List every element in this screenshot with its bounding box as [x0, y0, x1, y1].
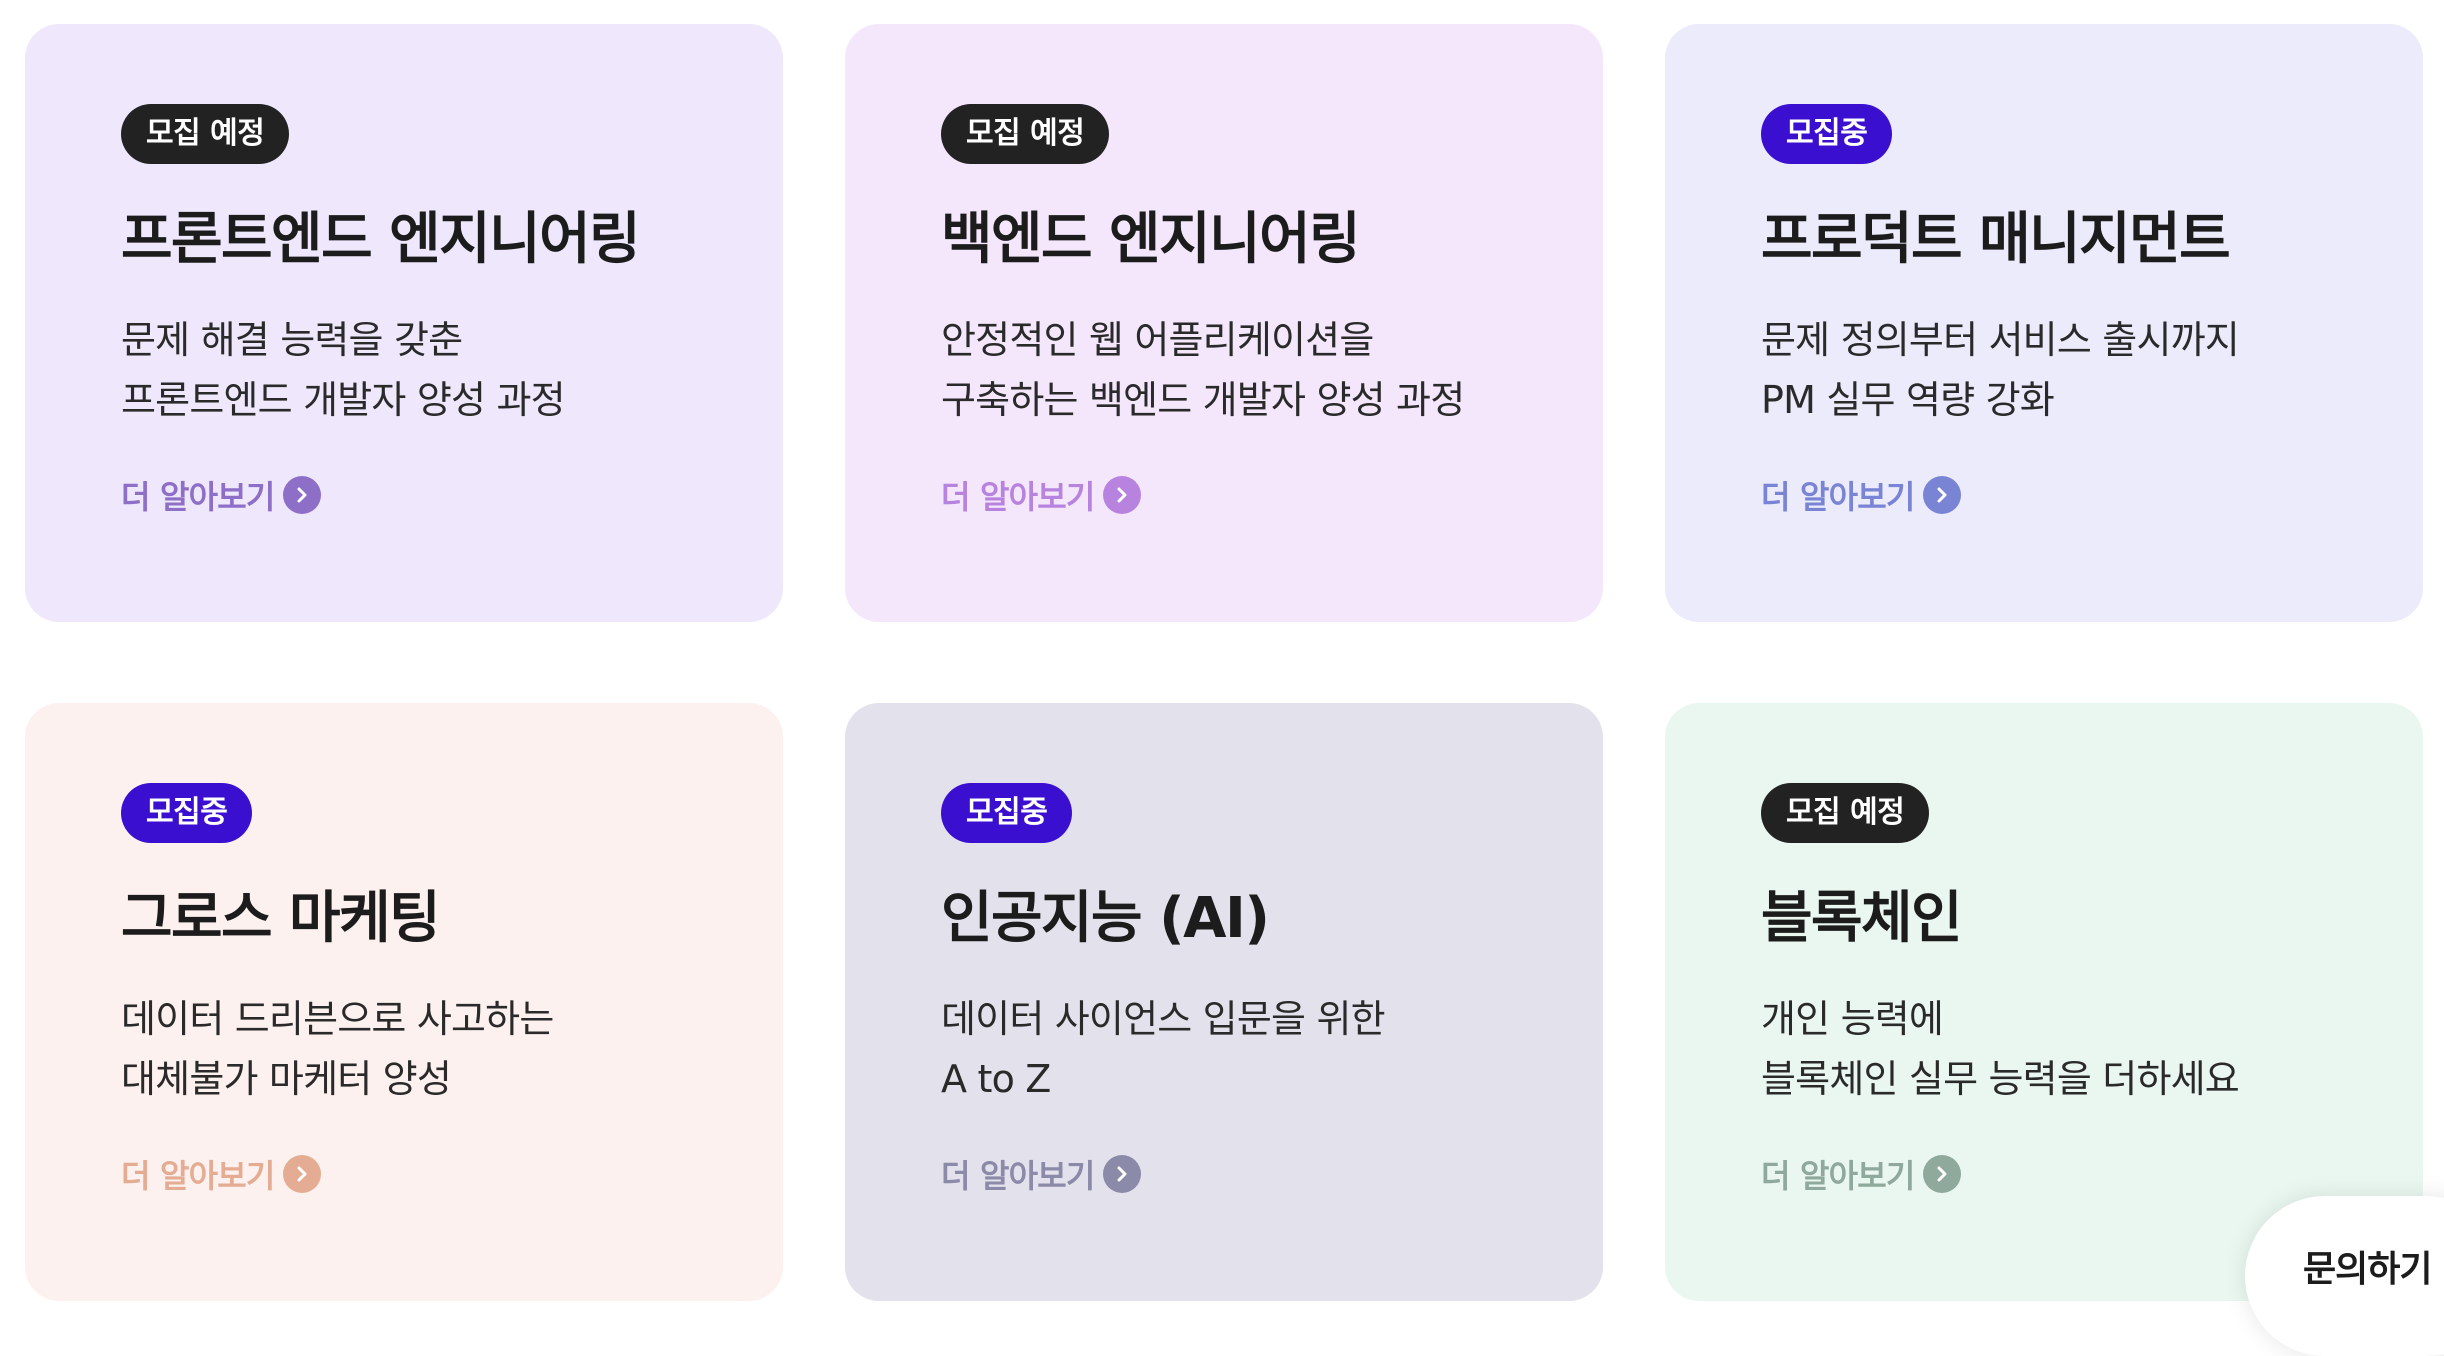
- course-description-line: 구축하는 백엔드 개발자 양성 과정: [941, 378, 1465, 422]
- chevron-right-circle-icon: [1102, 476, 1141, 514]
- course-description-line: PM 실무 역량 강화: [1761, 378, 2055, 422]
- course-description-line: 안정적인 웹 어플리케이션을: [941, 318, 1374, 362]
- course-description: 개인 능력에 블록체인 실무 능력을 더하세요: [1761, 989, 2240, 1109]
- course-title: 그로스 마케팅: [121, 886, 441, 951]
- learn-more-label: 더 알아보기: [121, 478, 275, 516]
- course-description-line: 문제 해결 능력을 갖춘: [121, 318, 463, 362]
- course-card-product-management[interactable]: 모집중 프로덕트 매니지먼트 문제 정의부터 서비스 출시까지 PM 실무 역량…: [1665, 24, 2423, 622]
- chevron-right-circle-icon: [282, 1155, 321, 1193]
- course-title: 인공지능 (AI): [941, 886, 1270, 951]
- status-badge: 모집중: [1761, 104, 1893, 164]
- status-badge: 모집 예정: [1761, 783, 1930, 843]
- course-description-line: 데이터 사이언스 입문을 위한: [941, 997, 1386, 1041]
- course-title: 프론트엔드 엔지니어링: [121, 207, 641, 272]
- course-description: 문제 정의부터 서비스 출시까지 PM 실무 역량 강화: [1761, 310, 2240, 430]
- course-description-line: 대체불가 마케터 양성: [121, 1057, 452, 1101]
- course-card-ai[interactable]: 모집중 인공지능 (AI) 데이터 사이언스 입문을 위한 A to Z 더 알…: [845, 703, 1603, 1301]
- learn-more-label: 더 알아보기: [1761, 1157, 1915, 1195]
- status-badge: 모집 예정: [121, 104, 290, 164]
- learn-more-label: 더 알아보기: [121, 1157, 275, 1195]
- learn-more-link[interactable]: 더 알아보기: [121, 472, 321, 518]
- learn-more-link[interactable]: 더 알아보기: [941, 1151, 1141, 1197]
- course-title: 프로덕트 매니지먼트: [1761, 207, 2231, 272]
- course-description-line: 블록체인 실무 능력을 더하세요: [1761, 1057, 2240, 1101]
- course-description-line: 문제 정의부터 서비스 출시까지: [1761, 318, 2240, 362]
- course-description: 문제 해결 능력을 갖춘 프론트엔드 개발자 양성 과정: [121, 310, 566, 430]
- chevron-right-circle-icon: [1102, 1155, 1141, 1193]
- learn-more-link[interactable]: 더 알아보기: [121, 1151, 321, 1197]
- learn-more-label: 더 알아보기: [1761, 478, 1915, 516]
- course-description-line: 개인 능력에: [1761, 997, 1944, 1041]
- learn-more-label: 더 알아보기: [941, 478, 1095, 516]
- course-description: 안정적인 웹 어플리케이션을 구축하는 백엔드 개발자 양성 과정: [941, 310, 1465, 430]
- course-description-line: 프론트엔드 개발자 양성 과정: [121, 378, 566, 422]
- chevron-right-circle-icon: [1922, 476, 1961, 514]
- course-card-frontend[interactable]: 모집 예정 프론트엔드 엔지니어링 문제 해결 능력을 갖춘 프론트엔드 개발자…: [25, 24, 783, 622]
- learn-more-link[interactable]: 더 알아보기: [941, 472, 1141, 518]
- learn-more-link[interactable]: 더 알아보기: [1761, 1151, 1961, 1197]
- course-title: 블록체인: [1761, 886, 1963, 951]
- chevron-right-circle-icon: [1922, 1155, 1961, 1193]
- status-badge: 모집 예정: [941, 104, 1110, 164]
- course-description-line: 데이터 드리븐으로 사고하는: [121, 997, 554, 1041]
- learn-more-link[interactable]: 더 알아보기: [1761, 472, 1961, 518]
- inquiry-button[interactable]: 문의하기: [2245, 1196, 2444, 1356]
- status-badge: 모집중: [941, 783, 1073, 843]
- course-card-growth-marketing[interactable]: 모집중 그로스 마케팅 데이터 드리븐으로 사고하는 대체불가 마케터 양성 더…: [25, 703, 783, 1301]
- course-description: 데이터 드리븐으로 사고하는 대체불가 마케터 양성: [121, 989, 554, 1109]
- course-card-backend[interactable]: 모집 예정 백엔드 엔지니어링 안정적인 웹 어플리케이션을 구축하는 백엔드 …: [845, 24, 1603, 622]
- learn-more-label: 더 알아보기: [941, 1157, 1095, 1195]
- status-badge: 모집중: [121, 783, 253, 843]
- course-grid: 모집 예정 프론트엔드 엔지니어링 문제 해결 능력을 갖춘 프론트엔드 개발자…: [0, 0, 2444, 1356]
- course-description-line: A to Z: [941, 1057, 1051, 1101]
- inquiry-button-label: 문의하기: [2303, 1249, 2432, 1290]
- course-description: 데이터 사이언스 입문을 위한 A to Z: [941, 989, 1386, 1109]
- chevron-right-circle-icon: [282, 476, 321, 514]
- course-title: 백엔드 엔지니어링: [941, 207, 1361, 272]
